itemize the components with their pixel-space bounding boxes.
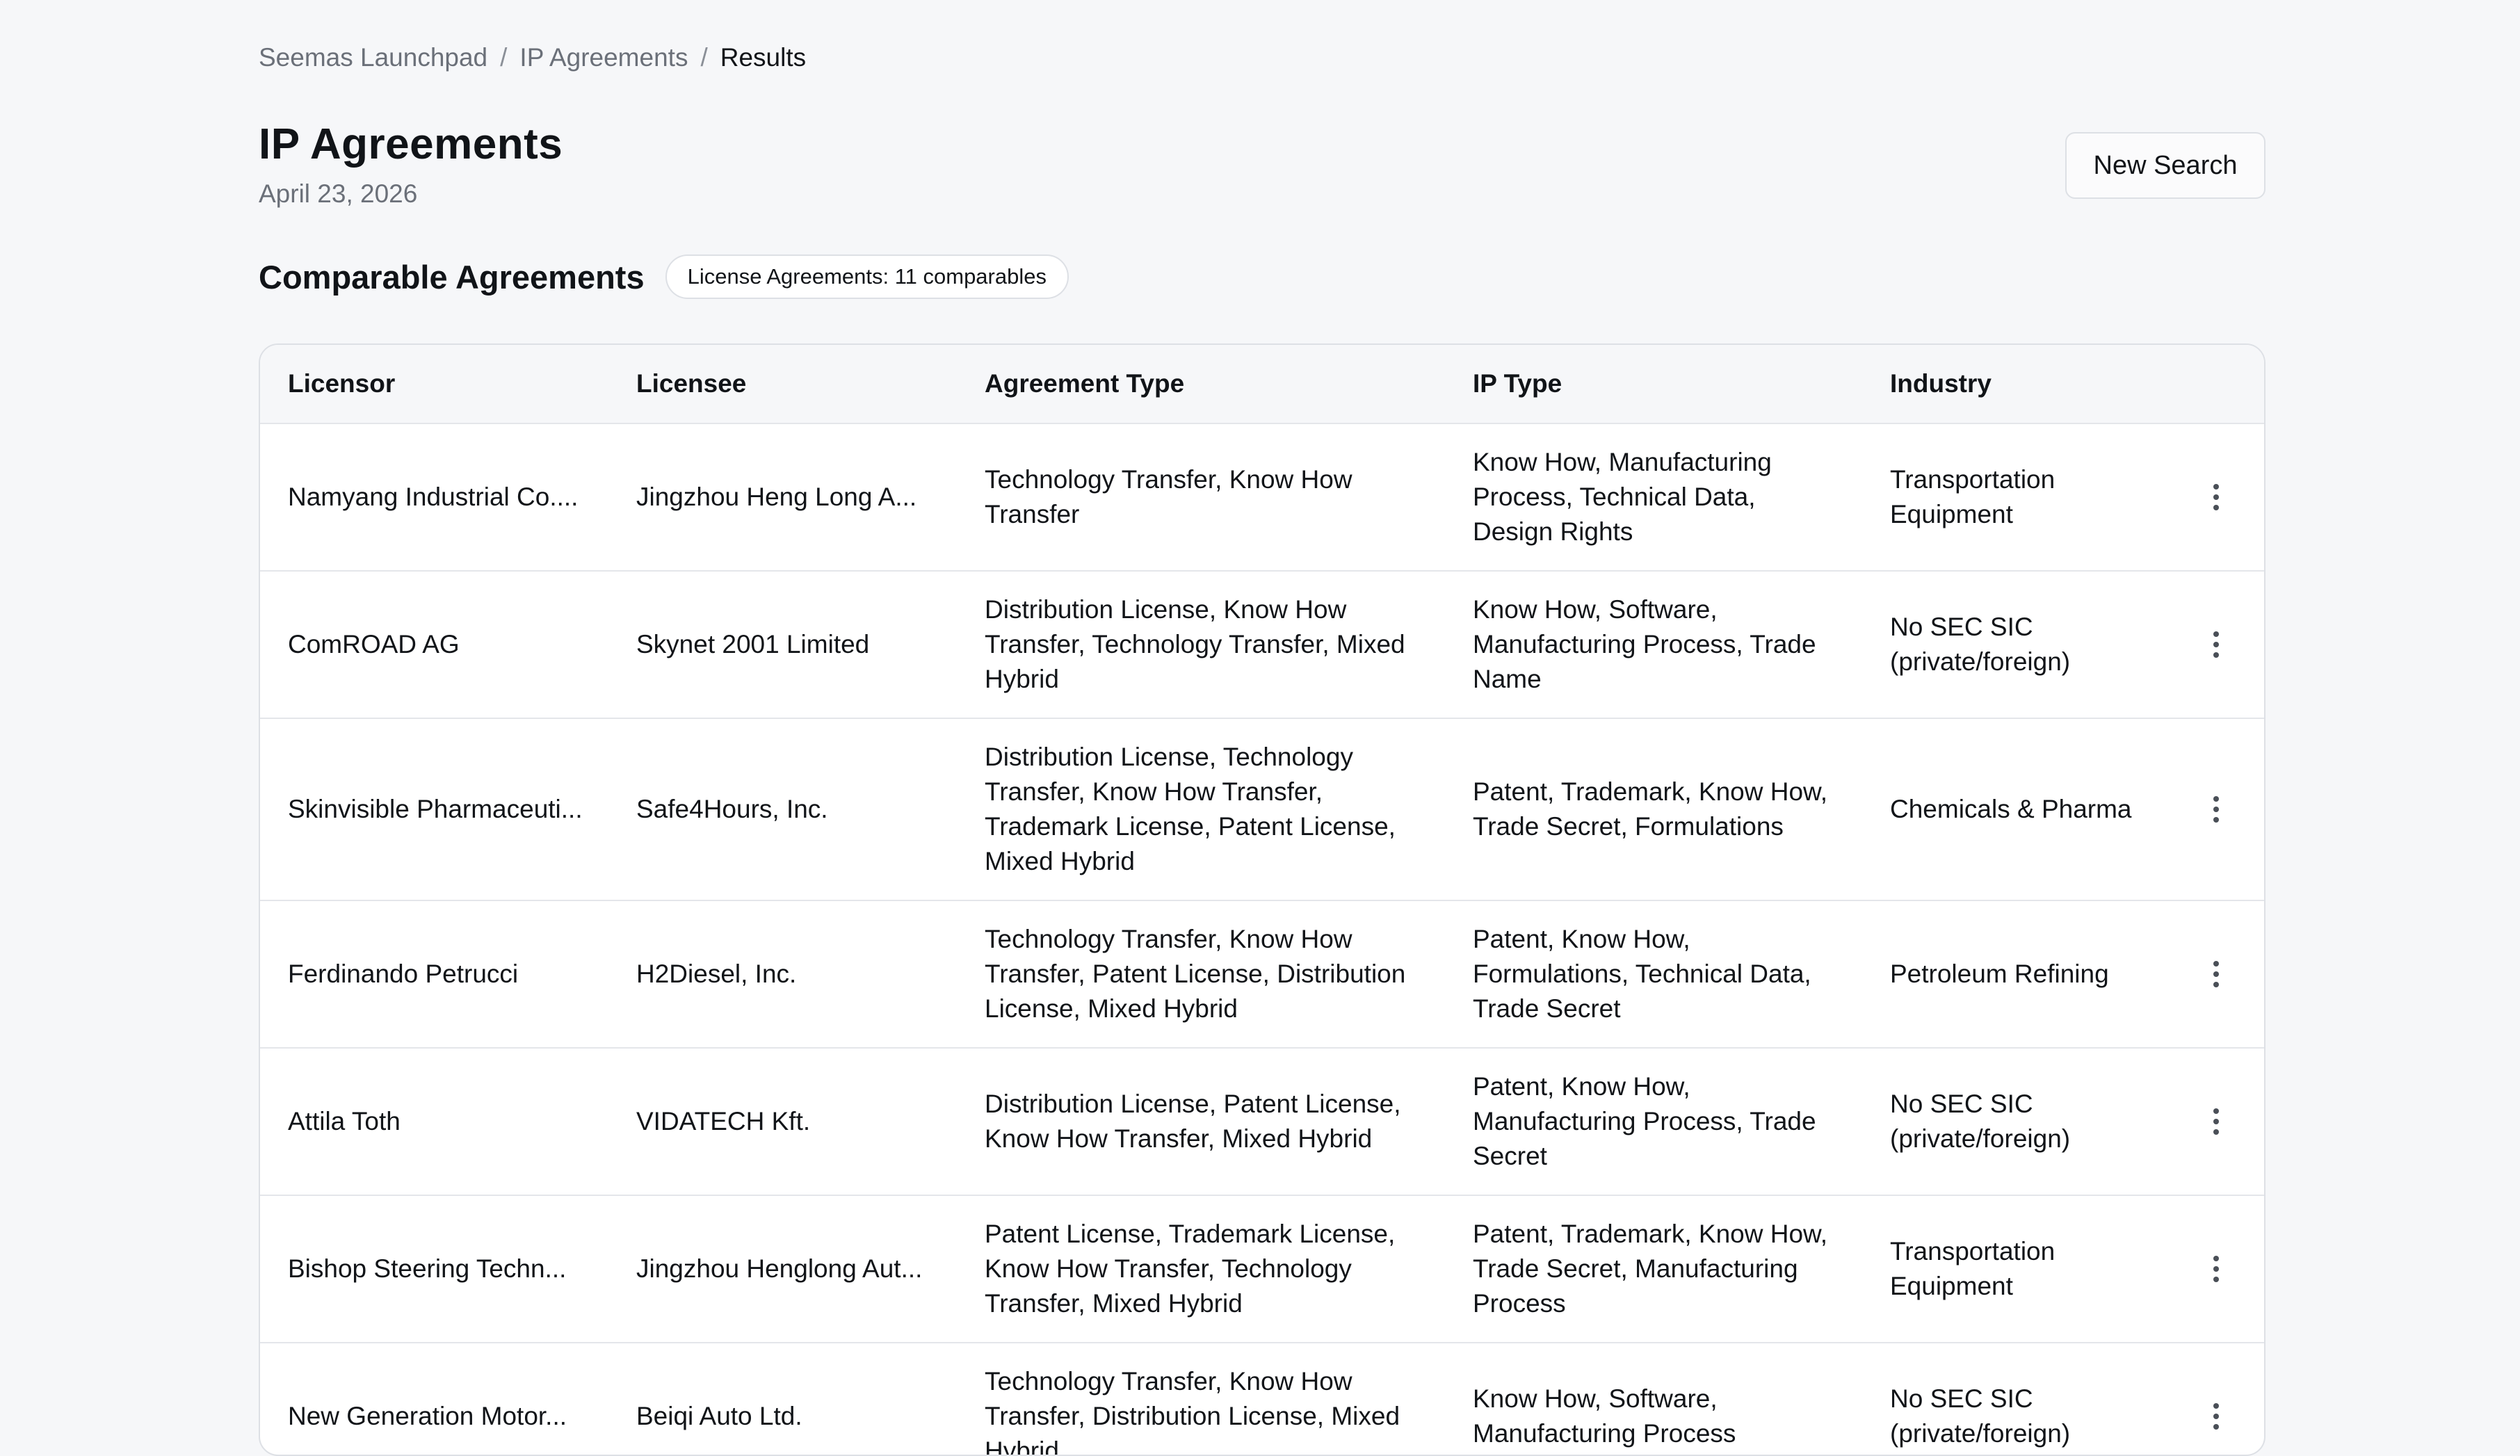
agreements-table: Licensor Licensee Agreement Type IP Type… [259, 343, 2265, 1456]
breadcrumb-item-launchpad[interactable]: Seemas Launchpad [259, 43, 487, 72]
table-row[interactable]: Skinvisible Pharmaceuti... Safe4Hours, I… [260, 719, 2264, 901]
page-title: IP Agreements [259, 120, 563, 168]
cell-licensor: Bishop Steering Techn... [288, 1254, 567, 1283]
table-row[interactable]: New Generation Motor... Beiqi Auto Ltd. … [260, 1343, 2264, 1456]
cell-industry: Chemicals & Pharma [1890, 795, 2132, 823]
cell-licensor: Ferdinando Petrucci [288, 960, 519, 988]
cell-ip-type: Know How, Software, Manufacturing Proces… [1473, 1384, 1736, 1448]
table-row[interactable]: Attila Toth VIDATECH Kft. Distribution L… [260, 1049, 2264, 1196]
cell-licensor: Attila Toth [288, 1107, 401, 1135]
cell-licensor: Skinvisible Pharmaceuti... [288, 795, 583, 823]
cell-agreement-type: Technology Transfer, Know How Transfer [985, 465, 1352, 528]
cell-agreement-type: Technology Transfer, Know How Transfer, … [985, 1367, 1400, 1456]
cell-industry: No SEC SIC (private/foreign) [1890, 613, 2071, 676]
cell-licensee: Skynet 2001 Limited [636, 630, 870, 658]
breadcrumb-item-ip-agreements[interactable]: IP Agreements [519, 43, 688, 72]
cell-ip-type: Patent, Trademark, Know How, Trade Secre… [1473, 777, 1828, 841]
breadcrumb-separator: / [500, 43, 508, 72]
more-vertical-icon[interactable] [2202, 1396, 2230, 1437]
cell-industry: No SEC SIC (private/foreign) [1890, 1090, 2071, 1153]
more-vertical-icon[interactable] [2202, 1101, 2230, 1142]
cell-licensor: Namyang Industrial Co.... [288, 483, 579, 511]
breadcrumb-current: Results [720, 43, 807, 72]
breadcrumb-separator: / [700, 43, 708, 72]
cell-licensee: Jingzhou Henglong Aut... [636, 1254, 923, 1283]
more-vertical-icon[interactable] [2202, 788, 2230, 830]
cell-licensee: VIDATECH Kft. [636, 1107, 811, 1135]
cell-agreement-type: Technology Transfer, Know How Transfer, … [985, 925, 1406, 1023]
cell-licensee: Beiqi Auto Ltd. [636, 1402, 802, 1430]
cell-licensee: Jingzhou Heng Long A... [636, 483, 917, 511]
new-search-button[interactable]: New Search [2065, 132, 2265, 199]
table-row[interactable]: ComROAD AG Skynet 2001 Limited Distribut… [260, 572, 2264, 719]
cell-licensor: ComROAD AG [288, 630, 460, 658]
more-vertical-icon[interactable] [2202, 953, 2230, 995]
table-row[interactable]: Namyang Industrial Co.... Jingzhou Heng … [260, 424, 2264, 572]
cell-agreement-type: Patent License, Trademark License, Know … [985, 1220, 1396, 1318]
cell-agreement-type: Distribution License, Know How Transfer,… [985, 595, 1405, 693]
cell-industry: Transportation Equipment [1890, 465, 2055, 528]
section-title: Comparable Agreements [259, 258, 645, 296]
more-vertical-icon[interactable] [2202, 476, 2230, 518]
column-header-licensor: Licensor [288, 369, 396, 398]
column-header-industry: Industry [1890, 369, 1992, 398]
cell-ip-type: Patent, Know How, Manufacturing Process,… [1473, 1072, 1816, 1170]
cell-licensee: Safe4Hours, Inc. [636, 795, 828, 823]
cell-ip-type: Know How, Software, Manufacturing Proces… [1473, 595, 1816, 693]
comparables-badge: License Agreements: 11 comparables [665, 254, 1069, 299]
cell-ip-type: Know How, Manufacturing Process, Technic… [1473, 448, 1772, 546]
table-header-row: Licensor Licensee Agreement Type IP Type… [260, 345, 2264, 424]
cell-ip-type: Patent, Trademark, Know How, Trade Secre… [1473, 1220, 1828, 1318]
page-date: April 23, 2026 [259, 179, 418, 208]
table-row[interactable]: Bishop Steering Techn... Jingzhou Henglo… [260, 1196, 2264, 1343]
more-vertical-icon[interactable] [2202, 624, 2230, 665]
cell-industry: No SEC SIC (private/foreign) [1890, 1384, 2071, 1448]
column-header-licensee: Licensee [636, 369, 747, 398]
section-header: Comparable Agreements License Agreements… [259, 254, 1069, 299]
more-vertical-icon[interactable] [2202, 1248, 2230, 1290]
cell-licensee: H2Diesel, Inc. [636, 960, 797, 988]
cell-ip-type: Patent, Know How, Formulations, Technica… [1473, 925, 1811, 1023]
breadcrumb: Seemas Launchpad / IP Agreements / Resul… [259, 43, 806, 72]
cell-industry: Petroleum Refining [1890, 960, 2109, 988]
cell-agreement-type: Distribution License, Patent License, Kn… [985, 1090, 1401, 1153]
column-header-agreement-type: Agreement Type [985, 369, 1185, 398]
cell-industry: Transportation Equipment [1890, 1237, 2055, 1300]
table-row[interactable]: Ferdinando Petrucci H2Diesel, Inc. Techn… [260, 901, 2264, 1049]
cell-licensor: New Generation Motor... [288, 1402, 567, 1430]
cell-agreement-type: Distribution License, Technology Transfe… [985, 743, 1396, 875]
column-header-ip-type: IP Type [1473, 369, 1562, 398]
